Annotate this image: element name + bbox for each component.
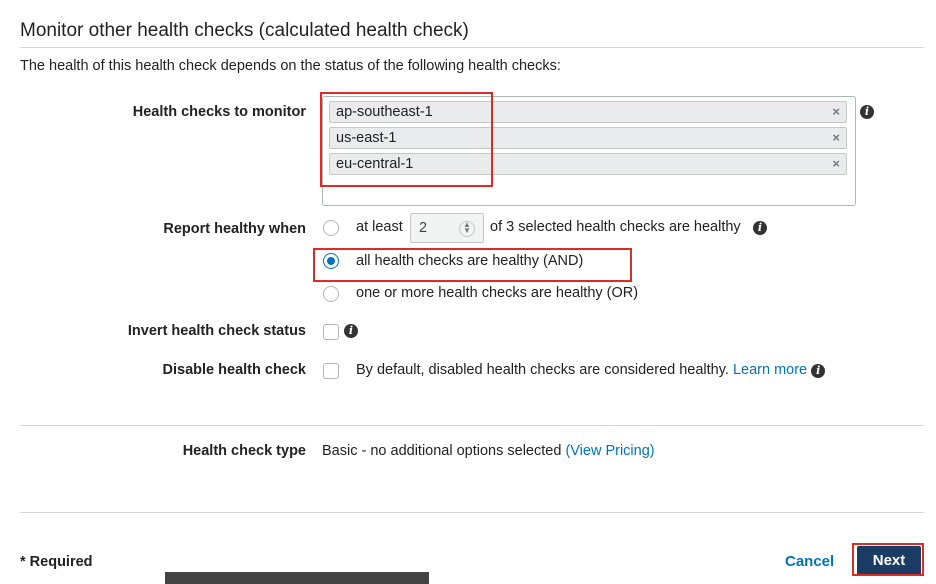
stepper-value: 2 [419, 220, 428, 236]
type-value-line: Basic - no additional options selected (… [322, 443, 655, 459]
required-note: * Required [20, 554, 93, 570]
monitor-label: Health checks to monitor [132, 104, 306, 120]
type-value: Basic - no additional options selected [322, 443, 562, 459]
highlight-box-next [852, 543, 924, 576]
disable-checkbox[interactable] [323, 363, 339, 379]
section-description: The health of this health check depends … [20, 58, 561, 74]
any-healthy-label: one or more health checks are healthy (O… [356, 285, 639, 301]
highlight-box-tags [320, 92, 493, 187]
highlight-box-and [313, 248, 632, 282]
report-label: Report healthy when [163, 221, 306, 237]
info-icon[interactable]: i [860, 105, 874, 119]
remove-tag-icon[interactable]: × [832, 102, 840, 122]
at-least-suffix: of 3 selected health checks are healthy [490, 219, 741, 235]
info-icon[interactable]: i [811, 364, 826, 378]
info-icon[interactable]: i [344, 324, 358, 338]
at-least-stepper[interactable]: 2 ▲ ▼ [410, 213, 484, 243]
disable-description: By default, disabled health checks are c… [356, 362, 826, 378]
learn-more-link[interactable]: Learn more [733, 362, 807, 378]
disable-label: Disable health check [162, 362, 306, 378]
tooltip-fragment [165, 572, 429, 584]
invert-checkbox[interactable] [323, 324, 339, 340]
section-title: Monitor other health checks (calculated … [20, 20, 469, 41]
invert-label: Invert health check status [127, 323, 306, 339]
divider [20, 512, 924, 513]
divider [20, 425, 924, 426]
view-pricing-link[interactable]: (View Pricing) [565, 443, 654, 459]
cancel-button[interactable]: Cancel [785, 553, 834, 570]
at-least-prefix: at least [356, 219, 403, 235]
info-icon[interactable]: i [753, 221, 767, 235]
divider [20, 47, 924, 48]
remove-tag-icon[interactable]: × [832, 128, 840, 148]
type-label: Health check type [182, 443, 306, 459]
remove-tag-icon[interactable]: × [832, 154, 840, 174]
radio-at-least[interactable] [323, 220, 339, 236]
stepper-arrows-icon[interactable]: ▲ ▼ [459, 221, 475, 237]
disable-text: By default, disabled health checks are c… [356, 362, 729, 378]
radio-any-healthy[interactable] [323, 286, 339, 302]
